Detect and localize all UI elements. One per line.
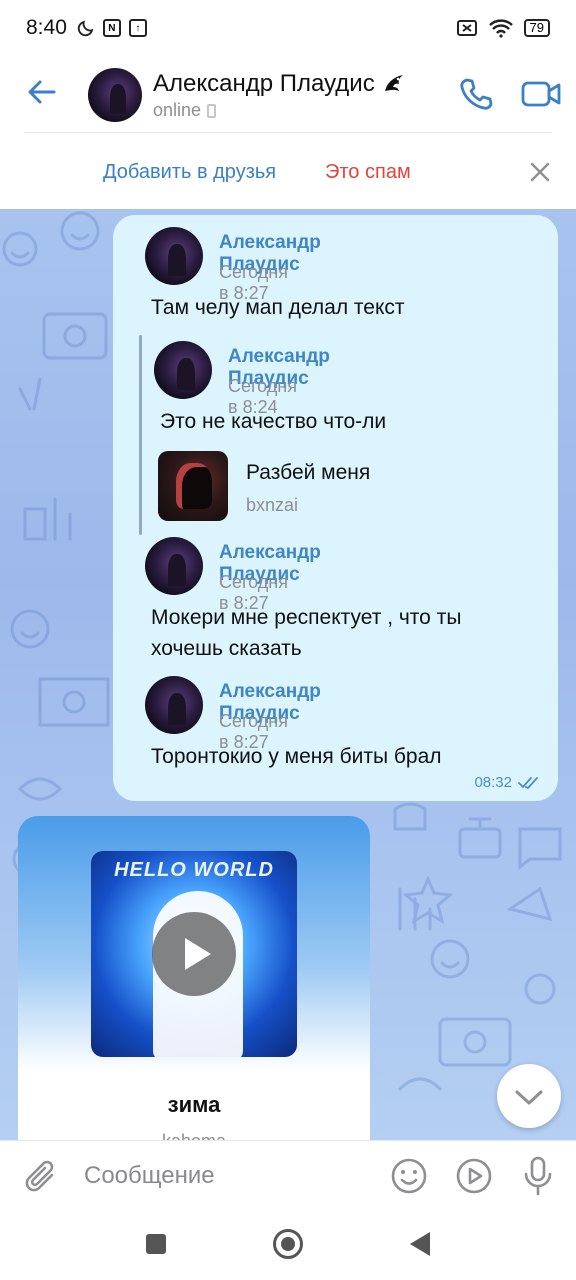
microphone-icon[interactable]	[522, 1155, 554, 1197]
phone-icon[interactable]	[458, 76, 494, 112]
friend-request-bar: Добавить в друзья Это спам	[0, 133, 576, 209]
status-icons-right: 79	[456, 18, 550, 38]
status-bar: 8:40 N ↑ 79	[0, 0, 576, 56]
sim-off-icon	[456, 20, 477, 36]
play-button[interactable]	[152, 912, 236, 996]
audio-title[interactable]: Разбей меня	[246, 461, 370, 485]
close-icon[interactable]	[528, 160, 552, 184]
contact-avatar[interactable]	[88, 68, 142, 122]
track-artist[interactable]: kahoma	[18, 1131, 370, 1140]
message-meta: 08:32	[474, 774, 540, 791]
battery-indicator: 79	[523, 19, 550, 37]
contact-name: Александр Плаудис	[153, 70, 375, 97]
moon-icon	[77, 20, 94, 37]
paperclip-icon[interactable]	[24, 1157, 60, 1195]
scroll-down-button[interactable]	[497, 1064, 561, 1128]
contact-status: online	[153, 100, 202, 120]
home-button[interactable]	[273, 1229, 303, 1259]
dragon-icon	[384, 75, 403, 91]
message-sent-time: 08:32	[474, 774, 512, 791]
status-icons-left: N ↑	[77, 19, 147, 37]
contact-name-row[interactable]: Александр Плаудис	[153, 70, 407, 98]
mobile-icon	[207, 103, 217, 118]
recent-apps-button[interactable]	[146, 1234, 166, 1254]
message-text: Это не качество что-ли	[160, 410, 387, 433]
track-title: зима	[167, 1092, 221, 1117]
quote-line	[139, 335, 142, 535]
play-circle-icon[interactable]	[455, 1157, 493, 1195]
add-friend-button[interactable]: Добавить в друзья	[103, 161, 276, 184]
chat-header: Александр Плаудис online	[0, 56, 576, 132]
play-icon	[185, 938, 211, 970]
contact-status-row: online	[153, 100, 217, 121]
video-camera-icon[interactable]	[520, 76, 562, 112]
arrow-left-icon[interactable]	[26, 76, 58, 108]
wifi-icon	[488, 19, 513, 38]
upload-icon: ↑	[128, 19, 147, 37]
author-avatar[interactable]	[145, 537, 203, 595]
message-text-line2: хочешь сказать	[151, 637, 302, 660]
status-time: 8:40	[26, 16, 67, 39]
author-avatar[interactable]	[154, 341, 212, 399]
message-bubble[interactable]: Александр Плаудис Сегодня в 8:27 Там чел…	[113, 215, 558, 801]
system-back-button[interactable]	[410, 1232, 430, 1256]
chevron-down-icon	[515, 1090, 543, 1105]
chat-area[interactable]: Александр Плаудис Сегодня в 8:27 Там чел…	[0, 209, 576, 1140]
report-spam-button[interactable]: Это спам	[325, 161, 411, 184]
message-text: Там челу мап делал текст	[151, 296, 405, 319]
album-cover[interactable]: HELLO WORLD	[91, 851, 297, 1057]
system-navigation-bar	[0, 1210, 576, 1280]
audio-cover[interactable]	[158, 451, 228, 521]
message-input[interactable]	[84, 1157, 374, 1195]
author-avatar[interactable]	[145, 227, 203, 285]
cover-caption: HELLO WORLD	[114, 859, 274, 881]
message-text: Торонтокио у меня биты брал	[151, 745, 442, 768]
smile-icon[interactable]	[390, 1157, 428, 1195]
audio-artist[interactable]: bxnzai	[246, 495, 298, 516]
audio-message-card[interactable]: HELLO WORLD зима kahoma	[18, 816, 370, 1140]
message-text-line1: Мокери мне респектует , что ты	[151, 606, 462, 629]
author-avatar[interactable]	[145, 676, 203, 734]
nfc-icon: N	[102, 19, 121, 37]
double-check-icon	[518, 776, 538, 789]
message-composer	[0, 1140, 576, 1210]
